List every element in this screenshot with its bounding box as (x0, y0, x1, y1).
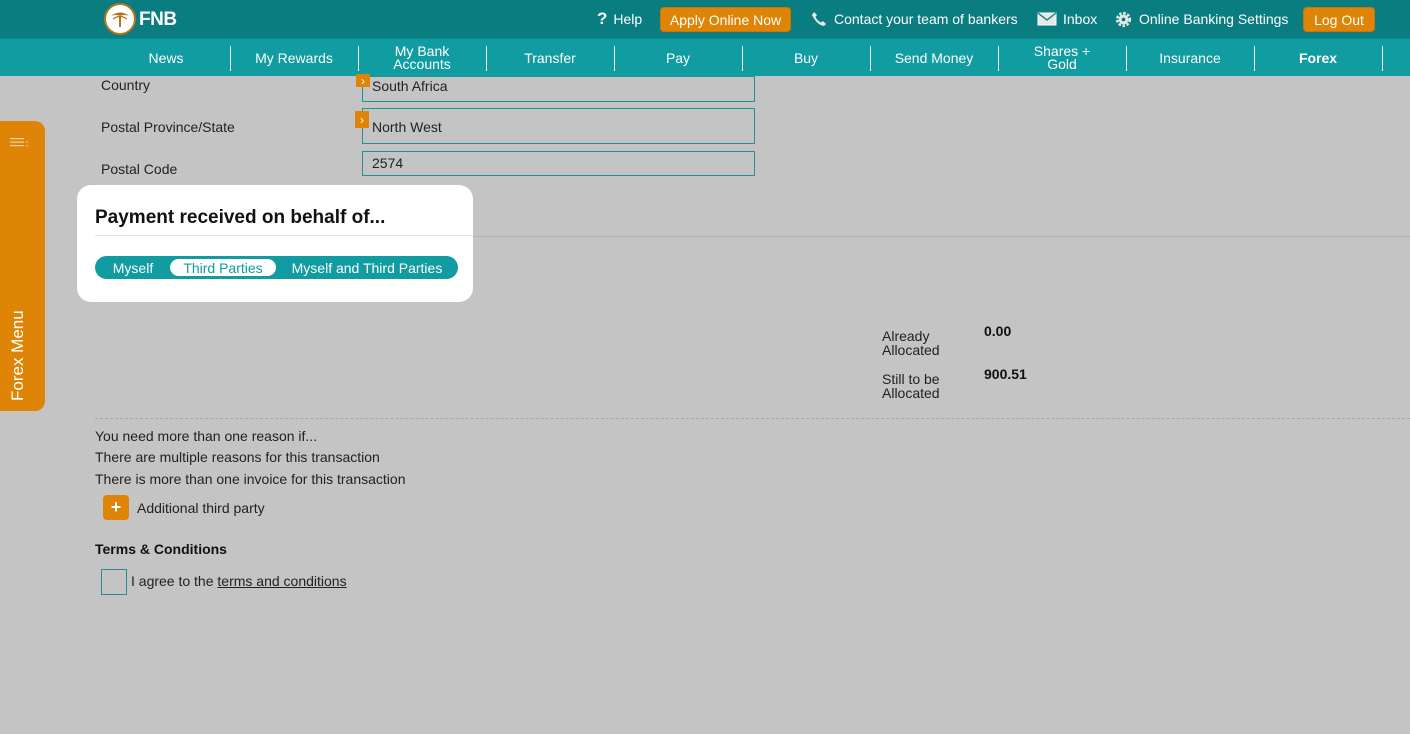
nav-pay[interactable]: Pay (614, 39, 742, 77)
dashed-divider (95, 418, 1410, 419)
envelope-icon (1037, 12, 1057, 26)
add-third-party-label[interactable]: Additional third party (137, 500, 265, 516)
forex-side-menu[interactable]: Forex Menu (0, 121, 45, 411)
apply-online-button[interactable]: Apply Online Now (660, 7, 791, 32)
fnb-logo[interactable]: FNB (104, 3, 177, 35)
agree-prefix: I agree to the (131, 573, 218, 589)
option-third-parties[interactable]: Third Parties (170, 259, 276, 276)
still-to-allocate-label: Still to be Allocated (882, 372, 940, 400)
province-label: Postal Province/State (101, 119, 235, 135)
province-dropdown-icon[interactable]: › (355, 111, 369, 128)
menu-lines-icon (10, 135, 30, 153)
banking-settings-link[interactable]: Online Banking Settings (1114, 0, 1288, 38)
nav-buy[interactable]: Buy (742, 39, 870, 77)
already-allocated-label: Already Allocated (882, 329, 940, 357)
country-select[interactable]: South Africa (362, 76, 755, 102)
logo-text: FNB (139, 8, 177, 30)
terms-checkbox[interactable] (101, 569, 127, 595)
nav-my-rewards[interactable]: My Rewards (230, 39, 358, 77)
nav-shares-gold[interactable]: Shares + Gold (998, 39, 1126, 77)
already-label-line2: Allocated (882, 342, 940, 358)
gear-icon (1114, 10, 1133, 29)
nav-forex[interactable]: Forex (1254, 39, 1382, 77)
postal-code-input[interactable]: 2574 (362, 151, 755, 176)
postal-code-value: 2574 (372, 155, 404, 171)
help-label: Help (613, 11, 643, 27)
contact-bankers-link[interactable]: Contact your team of bankers (810, 0, 1018, 38)
tree-logo-icon (104, 3, 136, 35)
section-divider (473, 236, 1410, 237)
terms-link[interactable]: terms and conditions (217, 573, 346, 589)
still-to-allocate-value: 900.51 (984, 366, 1027, 382)
logout-button[interactable]: Log Out (1303, 7, 1375, 32)
country-value: South Africa (372, 78, 448, 94)
settings-label: Online Banking Settings (1139, 11, 1289, 27)
nav-insurance[interactable]: Insurance (1126, 39, 1254, 77)
nav-transfer[interactable]: Transfer (486, 39, 614, 77)
nav-divider (1382, 46, 1383, 71)
phone-icon (810, 10, 828, 28)
option-myself[interactable]: Myself (101, 256, 165, 279)
inbox-label: Inbox (1063, 11, 1098, 27)
popup-title: Payment received on behalf of... (95, 207, 386, 228)
already-allocated-value: 0.00 (984, 323, 1012, 339)
reasons-intro: You need more than one reason if... (95, 428, 318, 444)
behalf-segmented-control: Myself Third Parties Myself and Third Pa… (95, 256, 458, 279)
top-bar: FNB ? Help Apply Online Now Contact your… (0, 0, 1410, 38)
side-menu-label: Forex Menu (8, 310, 27, 401)
nav-my-bank-accounts[interactable]: My Bank Accounts (358, 39, 486, 77)
help-link[interactable]: ? Help (597, 0, 642, 38)
contact-label: Contact your team of bankers (834, 11, 1018, 27)
payment-behalf-popup: Payment received on behalf of... Myself … (77, 185, 473, 302)
country-label: Country (101, 77, 151, 93)
question-icon: ? (597, 9, 608, 28)
nav-send-money[interactable]: Send Money (870, 39, 998, 77)
main-nav: News My Rewards My Bank Accounts Transfe… (0, 38, 1410, 76)
reason-multiple: There are multiple reasons for this tran… (95, 449, 380, 465)
terms-agree-text: I agree to the terms and conditions (131, 573, 347, 589)
terms-title: Terms & Conditions (95, 541, 227, 557)
province-value: North West (372, 119, 442, 135)
plus-icon: + (110, 497, 122, 517)
postal-code-label: Postal Code (101, 161, 178, 177)
already-label-line1: Already (882, 328, 930, 344)
country-dropdown-icon[interactable]: › (356, 74, 370, 88)
still-label-line1: Still to be (882, 371, 940, 387)
nav-news[interactable]: News (102, 39, 230, 77)
inbox-link[interactable]: Inbox (1037, 0, 1097, 38)
option-myself-and-third-parties[interactable]: Myself and Third Parties (283, 256, 451, 279)
reason-invoice: There is more than one invoice for this … (95, 471, 406, 487)
add-third-party-button[interactable]: + (103, 495, 129, 520)
popup-divider (95, 235, 473, 236)
still-label-line2: Allocated (882, 385, 940, 401)
province-select[interactable]: North West (362, 108, 755, 144)
